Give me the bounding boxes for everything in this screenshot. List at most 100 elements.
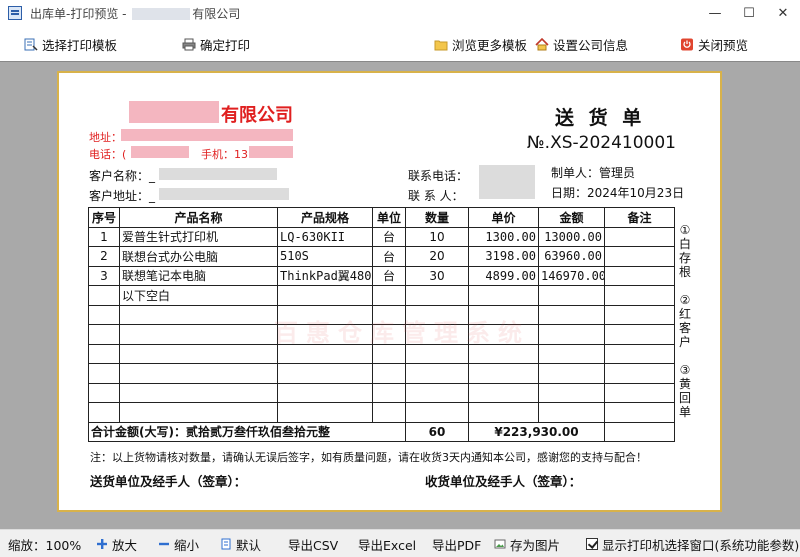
header-cell: 数量 [405,207,469,228]
table-cell: LQ-630KII [277,226,373,247]
table-cell [604,402,675,423]
header-cell: 备注 [604,207,675,228]
table-cell [468,402,539,423]
redacted-contact [479,165,535,199]
zoom-level: 缩放：100% [8,537,82,553]
table-cell [604,363,675,384]
table-cell [468,285,539,306]
table-cell: 以下空白 [119,285,278,306]
zoom-out-button[interactable]: 缩小 [158,536,199,553]
customer-name-label: 客户名称：_ [89,169,156,183]
copy-note-char: ③ [679,363,691,377]
copy-note-char: 单 [678,405,691,419]
table-cell: 1300.00 [468,226,539,247]
table-cell [88,343,120,364]
folder-icon [434,40,448,50]
select-template-button[interactable]: 选择打印模板 [24,35,117,53]
header-cell: 序号 [88,207,120,228]
table-cell [277,382,373,403]
printer-icon [182,38,196,50]
image-icon [494,539,506,549]
copy-note-char: 黄 [678,377,691,391]
table-cell [604,343,675,364]
table-cell [604,226,675,247]
table-cell: 3 [88,265,120,286]
export-pdf-button[interactable]: 导出PDF [432,536,481,553]
table-cell [604,265,675,286]
redacted-mobile [249,146,293,158]
template-icon [24,38,38,51]
table-cell: 联想笔记本电脑 [119,265,278,286]
close-preview-button[interactable]: 关闭预览 [680,35,748,53]
table-cell: 台 [372,246,406,267]
table-cell [88,363,120,384]
table-cell [604,304,675,325]
home-icon [535,37,549,50]
mobile-label: 手机：13 [201,148,248,161]
contact-phone-label: 联系电话： [408,169,469,183]
delivery-note-page: 有限公司 地址： 电话：( 手机：13 送 货 单 №.XS-202410001… [57,71,722,512]
table-cell [538,402,605,423]
plus-icon [97,539,107,549]
table-row [88,402,675,423]
preview-canvas[interactable]: 有限公司 地址： 电话：( 手机：13 送 货 单 №.XS-202410001… [0,61,800,529]
table-cell [372,363,406,384]
export-csv-button[interactable]: 导出CSV [288,536,338,553]
table-cell [88,402,120,423]
copy-note-char: 红 [678,307,691,321]
maximize-button[interactable]: ☐ [732,0,766,26]
redacted-customer-addr [159,188,289,200]
customer-addr-label: 客户地址：_ [89,189,156,203]
watermark: 百惠仓库管理系统 [274,319,530,347]
table-cell: 2 [88,246,120,267]
table-cell: 3198.00 [468,246,539,267]
copy-note-char: ① [679,223,691,237]
table-cell [604,382,675,403]
table-cell [405,402,469,423]
maker: 制单人：管理员 [551,166,636,180]
default-zoom-button[interactable]: 默认 [220,536,261,553]
window-title: 出库单-打印预览 - 有限公司 [30,6,241,21]
header-cell: 单位 [372,207,406,228]
table-cell: 联想台式办公电脑 [119,246,278,267]
save-image-button[interactable]: 存为图片 [494,536,560,553]
title-bar: 出库单-打印预览 - 有限公司 — ☐ ✕ [0,0,800,26]
doc-date: 日期：2024年10月23日 [551,186,685,200]
copy-note-2: ②红客户 [677,293,693,349]
table-cell [405,285,469,306]
company-name: 有限公司 [221,105,293,126]
address-label: 地址： [89,131,122,144]
redacted-address [121,129,293,141]
total-row: 合计金额(大写)：贰拾贰万叁仟玖佰叁拾元整 60 ¥223,930.00 [88,421,675,442]
header-cell: 产品规格 [277,207,373,228]
table-header: 序号 产品名称 产品规格 单位 数量 单价 金额 备注 [88,207,675,228]
header-cell: 产品名称 [119,207,278,228]
confirm-print-button[interactable]: 确定打印 [182,35,250,53]
header-cell: 金额 [538,207,605,228]
copy-note-char: 回 [678,391,691,405]
copy-note-char: 户 [678,335,691,349]
total-in-words: 合计金额(大写)：贰拾贰万叁仟玖佰叁拾元整 [88,421,406,442]
zoom-in-button[interactable]: 放大 [96,536,137,553]
table-cell: 台 [372,226,406,247]
checkbox-checked[interactable] [586,538,598,550]
browse-templates-button[interactable]: 浏览更多模板 [434,35,527,53]
copy-notes: ①白存根 ②红客户 ③黄回单 [677,223,693,433]
table-cell [277,402,373,423]
table-cell [538,304,605,325]
minimize-button[interactable]: — [698,0,732,26]
table-cell: 30 [405,265,469,286]
table-cell [604,246,675,267]
table-cell: 4899.00 [468,265,539,286]
redacted-phone [131,146,189,158]
table-row [88,382,675,403]
sender-signature: 送货单位及经手人（签章）： [90,474,247,489]
company-info-button[interactable]: 设置公司信息 [535,35,628,53]
export-excel-button[interactable]: 导出Excel [358,536,416,553]
redacted-customer-name [159,168,277,180]
total-remark [604,421,675,442]
close-window-button[interactable]: ✕ [766,0,800,26]
show-printer-dialog-toggle[interactable]: 显示打印机选择窗口(系统功能参数) [586,536,799,553]
table-row: 以下空白 [88,285,675,306]
app-icon [8,6,22,20]
